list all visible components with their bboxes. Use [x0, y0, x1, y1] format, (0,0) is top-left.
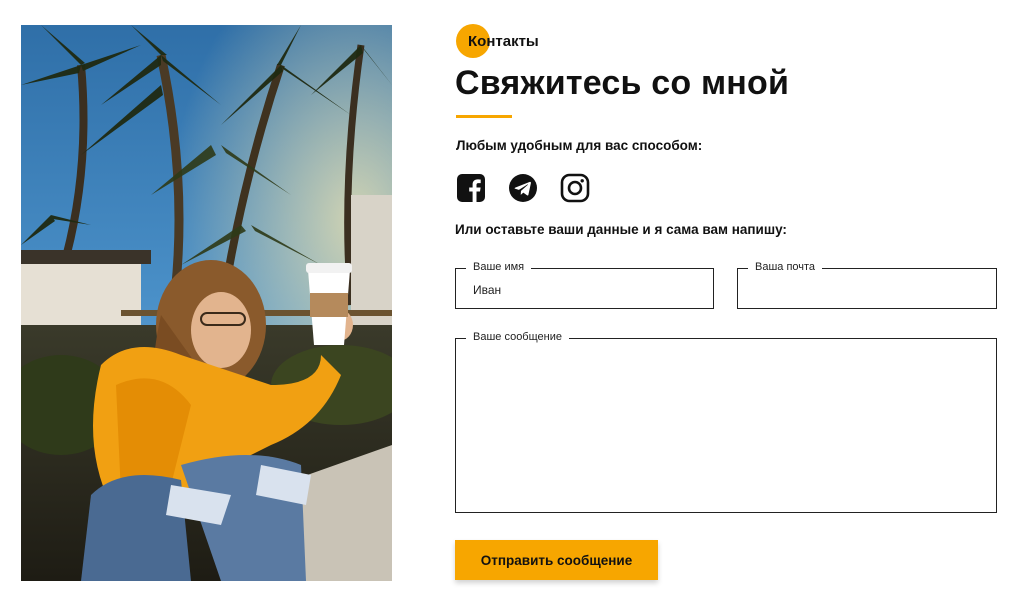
social-links — [456, 173, 590, 203]
message-field-label: Ваше сообщение — [466, 331, 569, 343]
section-tag-label: Контакты — [468, 33, 539, 50]
telegram-icon[interactable] — [508, 173, 538, 203]
contact-intro: Любым удобным для вас способом: — [456, 138, 703, 153]
contact-photo — [21, 25, 392, 581]
facebook-icon[interactable] — [456, 173, 486, 203]
page-title: Свяжитесь со мной — [455, 64, 790, 102]
submit-button[interactable]: Отправить сообщение — [455, 540, 658, 580]
name-field: Ваше имя — [455, 261, 714, 309]
instagram-icon[interactable] — [560, 173, 590, 203]
email-field: Ваша почта — [737, 261, 997, 309]
email-field-label: Ваша почта — [748, 261, 823, 273]
name-field-label: Ваше имя — [466, 261, 532, 273]
message-textarea[interactable] — [456, 353, 996, 508]
message-field: Ваше сообщение — [455, 331, 997, 513]
email-input[interactable] — [738, 281, 996, 299]
title-underline — [456, 115, 512, 118]
name-input[interactable] — [456, 281, 713, 299]
form-intro: Или оставьте ваши данные и я сама вам на… — [455, 222, 787, 237]
